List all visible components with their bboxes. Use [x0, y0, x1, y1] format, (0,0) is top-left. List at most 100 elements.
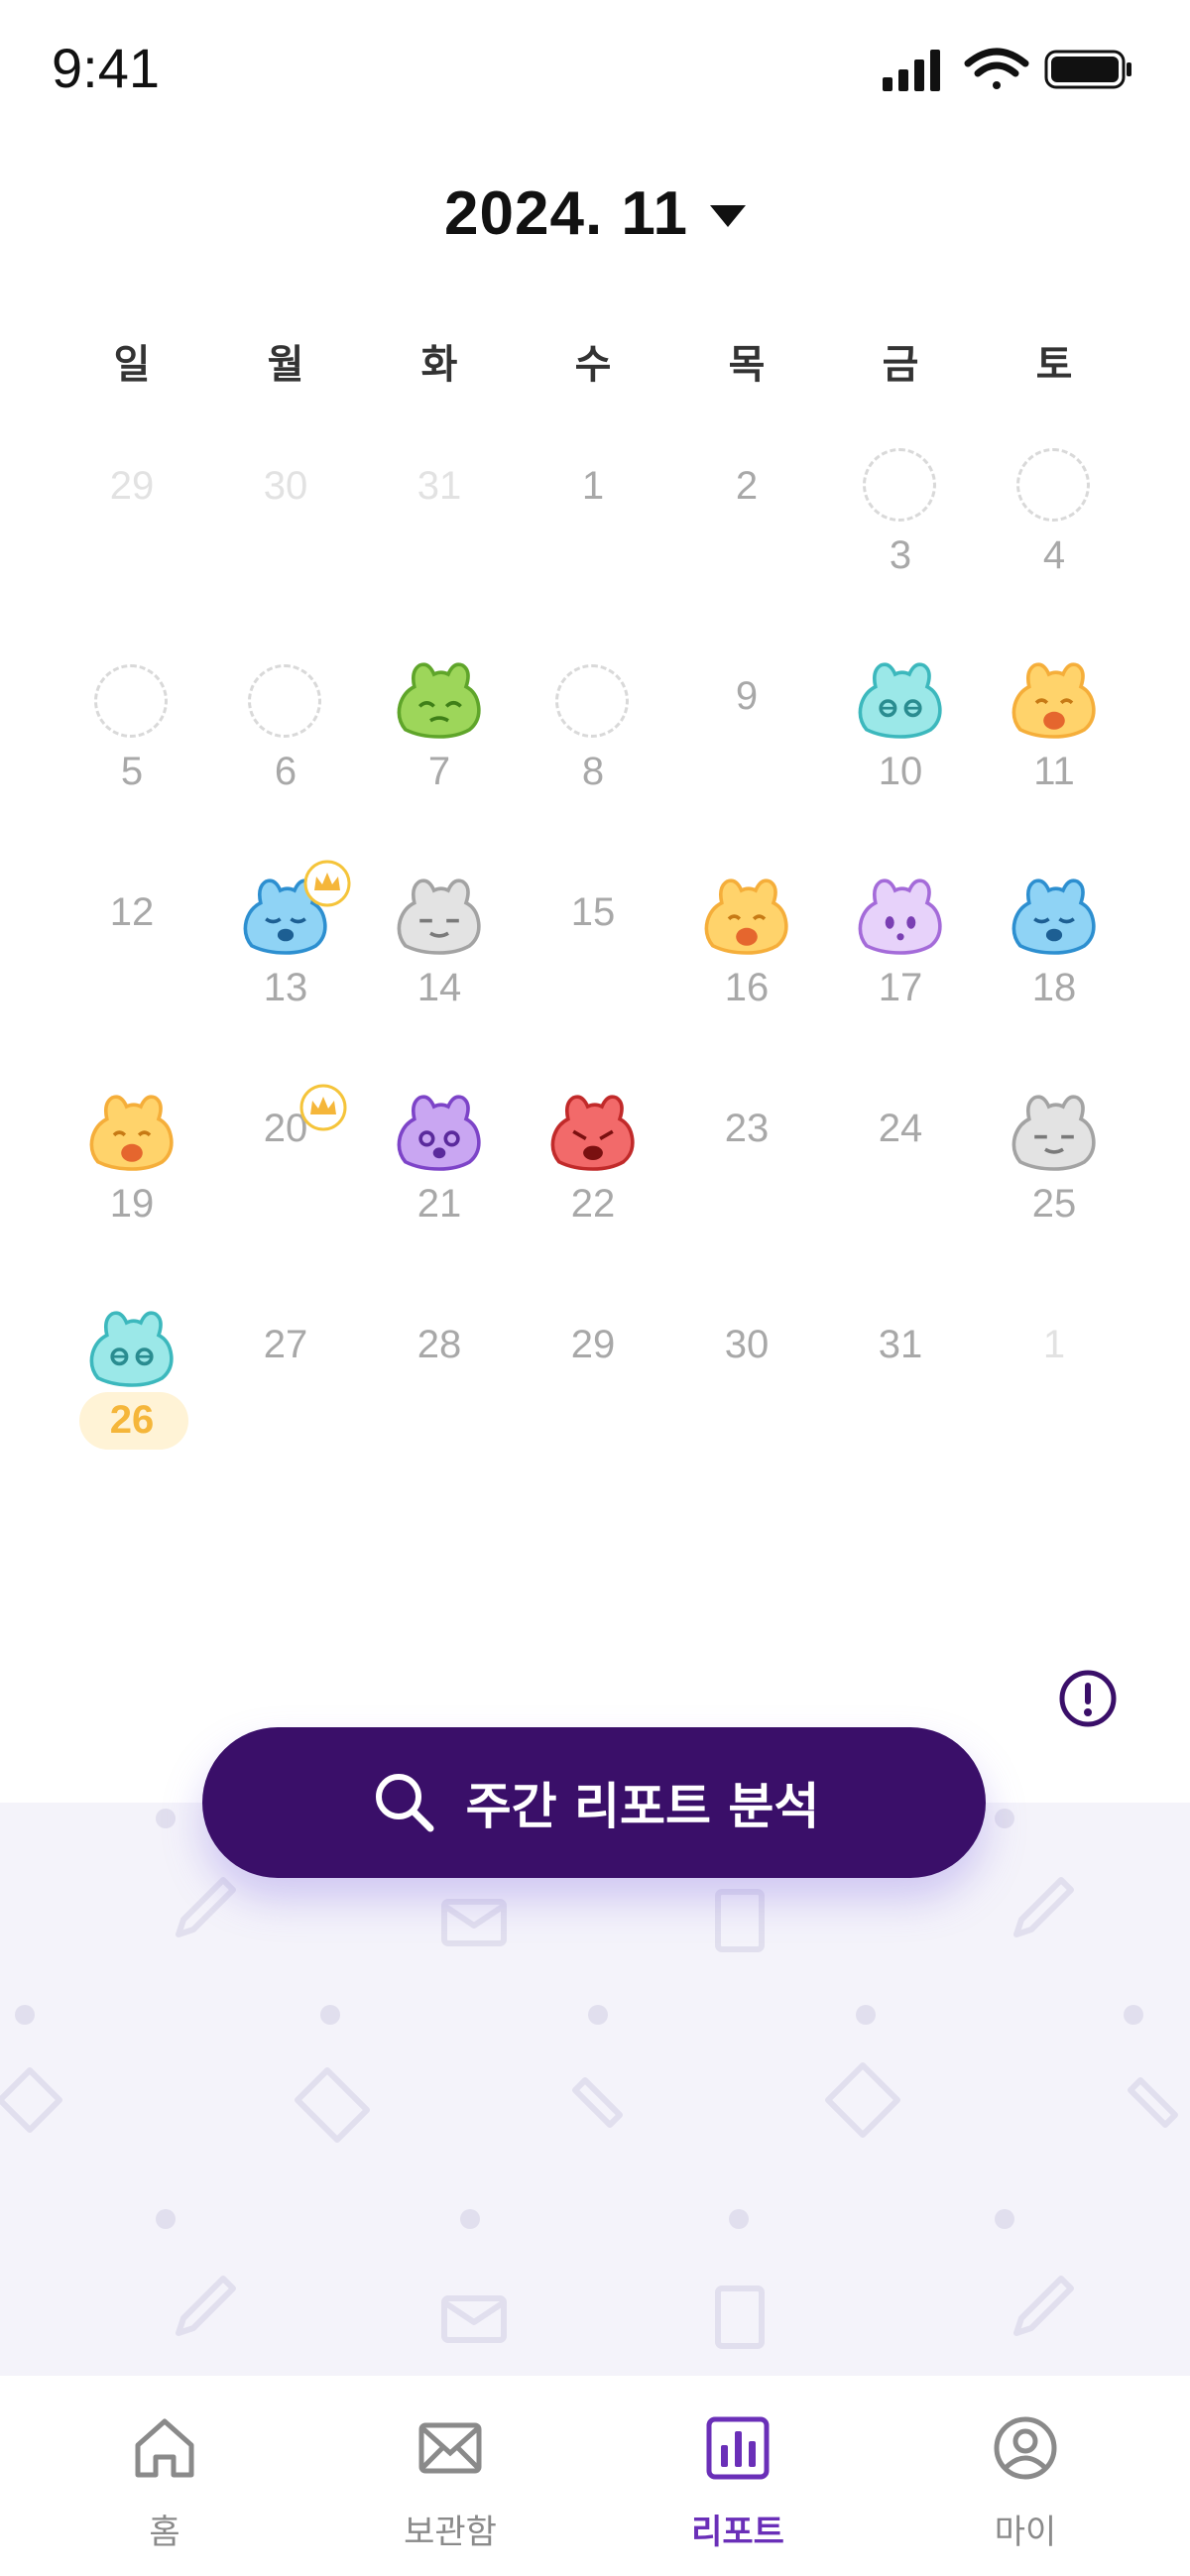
day-number: 25 — [1031, 1182, 1077, 1226]
day-cell[interactable]: 12 — [58, 880, 206, 1079]
crown-icon — [299, 1084, 347, 1131]
day-number: 23 — [724, 1107, 770, 1150]
day-number: 29 — [570, 1323, 616, 1366]
day-number: 24 — [878, 1107, 923, 1150]
day-cell[interactable]: 1 — [519, 454, 667, 652]
green-sick-face-icon[interactable] — [395, 656, 484, 746]
pencil-icon — [572, 2077, 623, 2128]
book-icon — [715, 2285, 765, 2349]
day-cell[interactable]: 5 — [58, 664, 206, 863]
day-cell[interactable]: 31 — [826, 1313, 975, 1511]
day-number: 4 — [1042, 533, 1066, 577]
day-cell[interactable]: 22 — [519, 1095, 667, 1295]
day-cell[interactable]: 28 — [365, 1313, 514, 1511]
home-icon — [135, 2418, 194, 2478]
yellow-laughing-face-icon[interactable] — [87, 1089, 177, 1178]
day-cell[interactable]: 8 — [519, 664, 667, 863]
day-cell: 31 — [365, 454, 514, 652]
empty-mood-slot[interactable] — [555, 664, 629, 738]
yellow-laughing-face-icon[interactable] — [702, 873, 791, 962]
day-cell[interactable]: 24 — [826, 1097, 975, 1295]
empty-mood-slot[interactable] — [863, 448, 936, 522]
day-cell[interactable]: 23 — [672, 1097, 821, 1295]
decorative-pattern-background — [0, 1803, 1190, 2376]
book-icon — [295, 2067, 370, 2143]
profile-icon — [994, 2416, 1057, 2480]
day-number: 9 — [735, 674, 759, 718]
day-number: 3 — [889, 533, 912, 577]
day-cell: 29 — [58, 454, 206, 652]
day-number: 26 — [109, 1398, 155, 1442]
day-cell[interactable]: 7 — [365, 662, 514, 863]
day-number: 16 — [724, 966, 770, 1009]
day-cell-today[interactable]: 26 — [58, 1311, 206, 1511]
teal-sleepy-face-icon[interactable] — [87, 1305, 177, 1394]
day-number: 14 — [416, 966, 462, 1009]
day-number: 19 — [109, 1182, 155, 1226]
nav-home[interactable]: 홈 — [75, 2415, 254, 2554]
purple-worried-face-icon[interactable] — [395, 1089, 484, 1178]
nav-report[interactable]: 리포트 — [649, 2415, 827, 2554]
day-number: 28 — [416, 1323, 462, 1366]
day-cell: 30 — [211, 454, 360, 652]
day-cell[interactable]: 29 — [519, 1313, 667, 1511]
pencil-icon — [1013, 2276, 1074, 2336]
day-cell[interactable]: 15 — [519, 880, 667, 1079]
nav-my[interactable]: 마이 — [936, 2415, 1115, 2554]
empty-mood-slot[interactable] — [94, 664, 168, 738]
day-cell[interactable]: 2 — [672, 454, 821, 652]
empty-mood-slot[interactable] — [1016, 448, 1090, 522]
envelope-icon — [0, 2067, 62, 2133]
analysis-button-label: 주간 리포트 분석 — [465, 1778, 820, 1835]
day-number: 5 — [120, 750, 144, 793]
weekly-report-analysis-button[interactable]: 주간 리포트 분석 — [202, 1727, 986, 1878]
yellow-laughing-face-icon[interactable] — [1010, 656, 1099, 746]
day-number: 31 — [878, 1323, 923, 1366]
day-number: 10 — [878, 750, 923, 793]
pencil-icon — [176, 2276, 236, 2336]
empty-mood-slot[interactable] — [248, 664, 321, 738]
teal-sleepy-face-icon[interactable] — [856, 656, 945, 746]
day-number: 12 — [109, 890, 155, 934]
day-cell[interactable]: 18 — [980, 878, 1129, 1079]
book-icon — [715, 1889, 765, 1952]
day-number: 8 — [581, 750, 605, 793]
day-cell[interactable]: 10 — [826, 662, 975, 863]
day-cell[interactable]: 25 — [980, 1095, 1129, 1295]
nav-my-label: 마이 — [994, 2513, 1057, 2552]
day-number: 31 — [416, 464, 462, 508]
day-cell[interactable]: 17 — [826, 878, 975, 1079]
red-angry-face-icon[interactable] — [548, 1089, 638, 1178]
day-cell[interactable]: 21 — [365, 1095, 514, 1295]
envelope-icon — [825, 2062, 900, 2138]
day-cell[interactable]: 9 — [672, 664, 821, 863]
day-number: 6 — [274, 750, 298, 793]
day-number: 15 — [570, 890, 616, 934]
day-cell[interactable]: 20 — [211, 1084, 360, 1295]
bar-chart-icon — [706, 2416, 770, 2480]
day-cell[interactable]: 19 — [58, 1095, 206, 1295]
blue-crying-face-icon[interactable] — [1010, 873, 1099, 962]
day-cell[interactable]: 16 — [672, 878, 821, 1079]
day-cell[interactable]: 27 — [211, 1313, 360, 1511]
gray-calm-face-icon[interactable] — [395, 873, 484, 962]
day-number: 18 — [1031, 966, 1077, 1009]
nav-inbox[interactable]: 보관함 — [361, 2415, 539, 2554]
day-cell[interactable]: 11 — [980, 662, 1129, 863]
day-cell[interactable]: 3 — [826, 448, 975, 646]
info-icon[interactable] — [1058, 1669, 1118, 1728]
gray-calm-face-icon[interactable] — [1010, 1089, 1099, 1178]
day-cell[interactable]: 30 — [672, 1313, 821, 1511]
purple-surprised-face-icon[interactable] — [856, 873, 945, 962]
day-cell[interactable]: 4 — [980, 448, 1129, 646]
day-cell[interactable]: 6 — [211, 664, 360, 863]
nav-home-label: 홈 — [149, 2513, 180, 2552]
day-cell[interactable]: 14 — [365, 878, 514, 1079]
envelope-icon — [418, 2422, 482, 2474]
day-cell[interactable]: 13 — [211, 860, 360, 1079]
day-number: 11 — [1033, 750, 1075, 793]
crown-icon — [303, 860, 351, 907]
book-icon — [1128, 2077, 1178, 2128]
bottom-navigation: 홈 보관함 리포트 마이 — [0, 2376, 1190, 2576]
day-number: 13 — [263, 966, 308, 1009]
